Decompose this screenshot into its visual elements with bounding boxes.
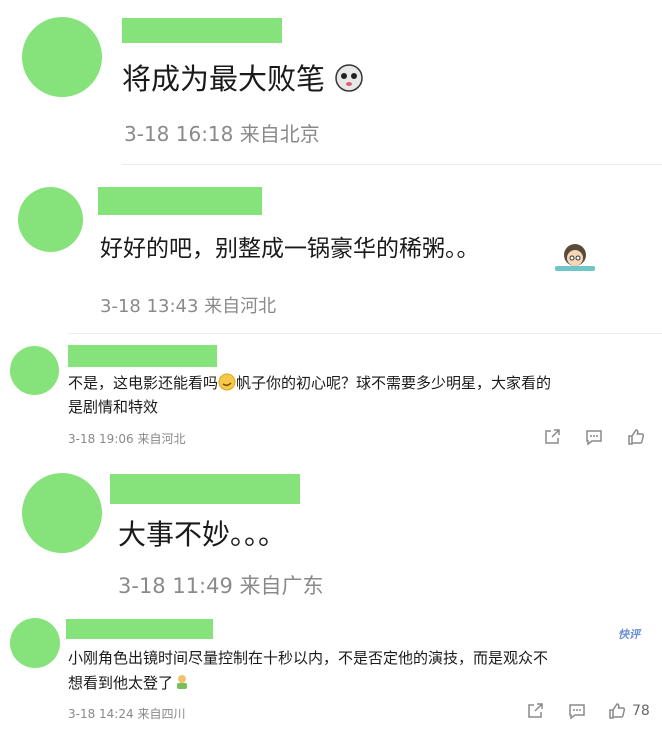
comment-text: 好好的吧，别整成一锅豪华的稀粥。。 — [100, 236, 480, 262]
share-icon[interactable] — [543, 428, 561, 446]
avatar[interactable] — [10, 618, 60, 668]
comment-text-line-2: 是剧情和特效 — [68, 398, 159, 416]
divider — [122, 164, 662, 165]
quick-review-badge: 快评 — [618, 628, 640, 641]
comment-text: 大事不妙。。。 — [118, 518, 287, 551]
comment-meta: 3-18 16:18 来自北京 — [124, 122, 320, 146]
anime-sticker-icon — [550, 238, 600, 282]
comment-meta: 3-18 19:06 来自河北 — [68, 432, 186, 446]
like-button[interactable]: 78 — [608, 702, 650, 720]
comment-actions — [543, 428, 645, 446]
avatar[interactable] — [22, 473, 102, 553]
username-redacted[interactable] — [110, 474, 300, 504]
like-icon — [608, 702, 626, 720]
comment-text-line-2: 想看到他太登了 — [68, 672, 191, 695]
person-emoji-icon — [173, 673, 191, 695]
comment-actions: 78 — [526, 702, 650, 720]
share-icon[interactable] — [526, 702, 544, 720]
comment-icon[interactable] — [585, 428, 603, 446]
dog-emoji-icon — [334, 63, 364, 100]
comment-meta: 3-18 14:24 来自四川 — [68, 707, 186, 721]
comment-text-line-1: 小刚角色出镜时间尽量控制在十秒以内，不是否定他的演技，而是观众不 — [68, 649, 549, 667]
comment-meta: 3-18 11:49 来自广东 — [118, 574, 324, 598]
comment-icon[interactable] — [568, 702, 586, 720]
comment-text-line-1: 不是，这电影还能看吗 帆子你的初心呢？球不需要多少明星，大家看的 — [68, 372, 551, 395]
avatar[interactable] — [18, 187, 83, 252]
like-count: 78 — [632, 703, 650, 719]
like-icon[interactable] — [627, 428, 645, 446]
smirk-emoji-icon — [218, 373, 236, 395]
username-redacted[interactable] — [122, 18, 282, 43]
avatar[interactable] — [22, 17, 102, 97]
username-redacted[interactable] — [98, 187, 262, 215]
divider — [68, 333, 662, 334]
comment-text: 将成为最大败笔 — [122, 56, 364, 100]
avatar[interactable] — [10, 346, 59, 395]
username-redacted[interactable] — [66, 619, 213, 639]
comment-meta: 3-18 13:43 来自河北 — [100, 296, 277, 317]
username-redacted[interactable] — [68, 345, 217, 367]
